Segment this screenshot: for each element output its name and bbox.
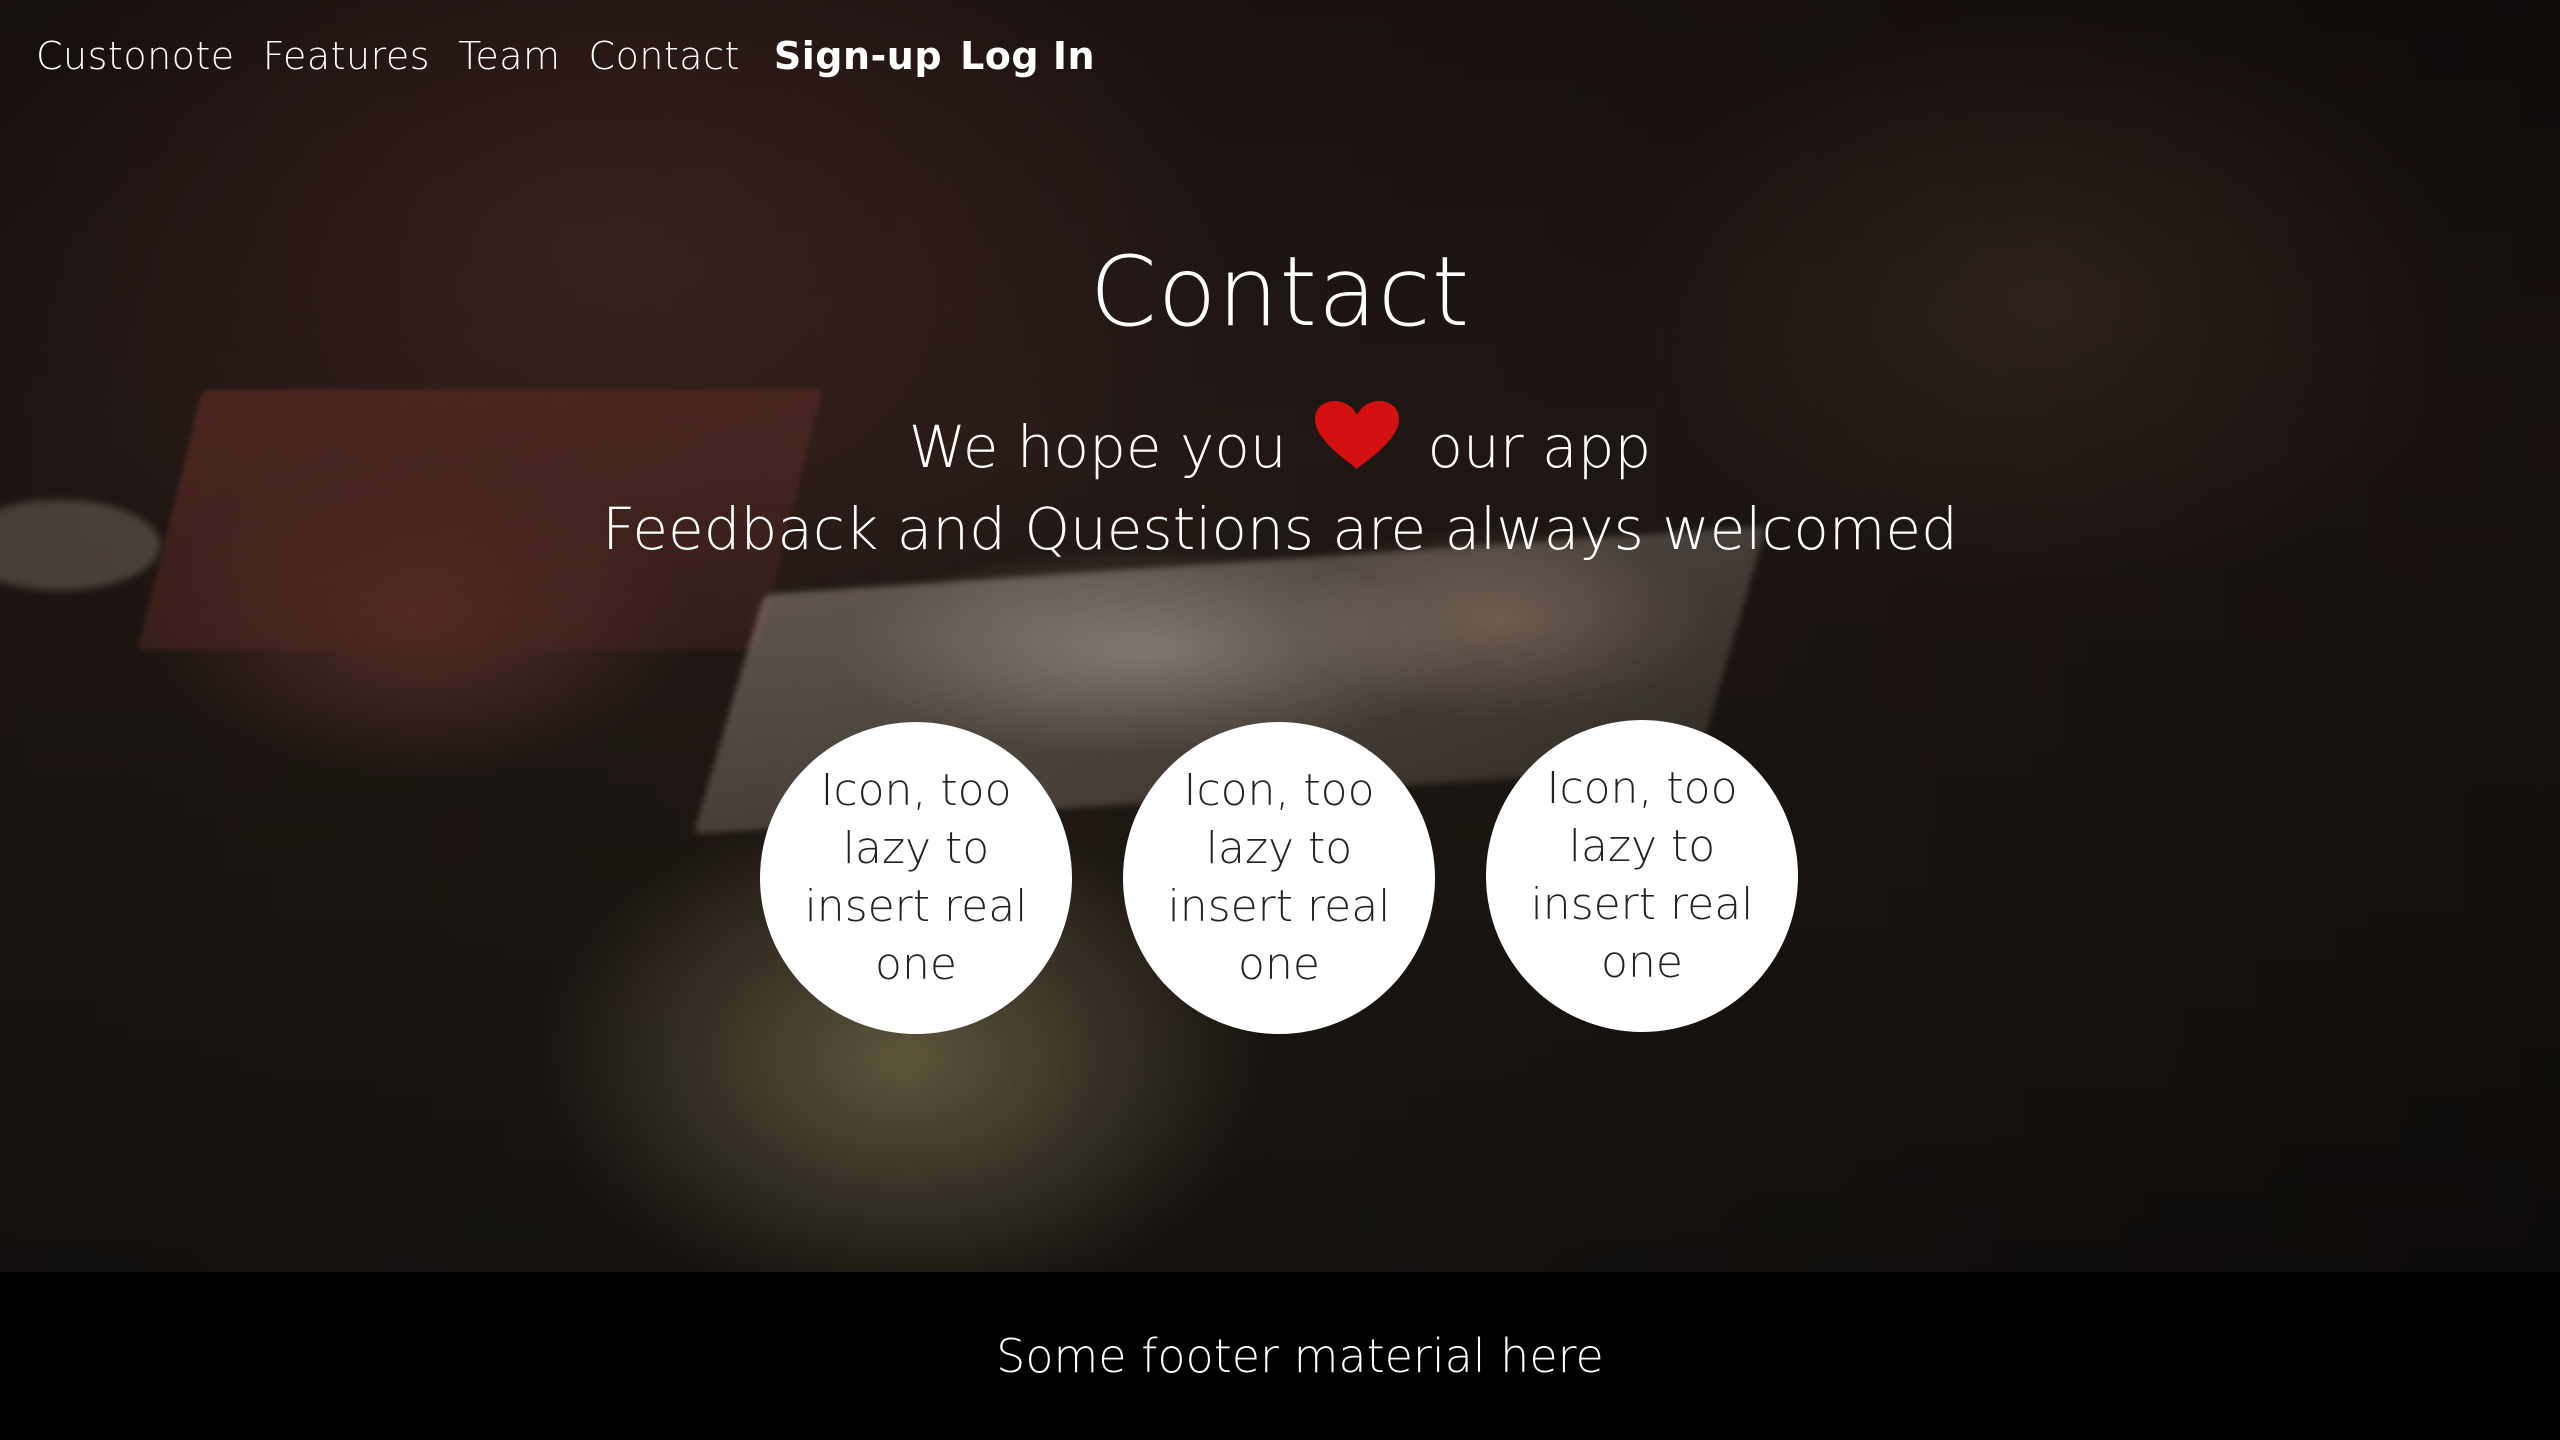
contact-icon-circle-1[interactable]: Icon, too lazy to insert real one (760, 722, 1072, 1034)
tagline-line-2: Feedback and Questions are always welcom… (602, 494, 1958, 563)
nav-link-contact[interactable]: Contact (589, 34, 740, 78)
heart-icon (1311, 399, 1403, 490)
contact-icon-circle-2[interactable]: Icon, too lazy to insert real one (1123, 722, 1435, 1034)
signup-link[interactable]: Sign-up (774, 34, 942, 78)
tagline-suffix: our app (1427, 413, 1652, 481)
nav-link-features[interactable]: Features (263, 34, 430, 78)
footer-text: Some footer material here (996, 1329, 1604, 1383)
nav-brand-link[interactable]: Custonote (36, 34, 235, 78)
circle-label-2: Icon, too lazy to insert real one (1167, 765, 1391, 990)
hero-background (0, 0, 2560, 1272)
circle-label-3: Icon, too lazy to insert real one (1530, 763, 1754, 988)
background-shade (0, 0, 2560, 1272)
tagline-prefix: We hope you (908, 413, 1287, 481)
contact-icon-circle-3[interactable]: Icon, too lazy to insert real one (1486, 720, 1798, 1032)
top-navigation: Custonote Features Team Contact Sign-up … (36, 28, 1113, 84)
contact-icons-row: Icon, too lazy to insert real one Icon, … (0, 720, 2560, 1040)
nav-link-team[interactable]: Team (458, 34, 560, 78)
footer: Some footer material here (0, 1272, 2560, 1440)
tagline-line-1: We hope you our app (0, 400, 2560, 490)
login-link[interactable]: Log In (960, 34, 1095, 78)
page-title: Contact (1089, 236, 1471, 349)
circle-label-1: Icon, too lazy to insert real one (804, 765, 1028, 990)
tagline: We hope you our app Feedback and Questio… (0, 400, 2560, 568)
